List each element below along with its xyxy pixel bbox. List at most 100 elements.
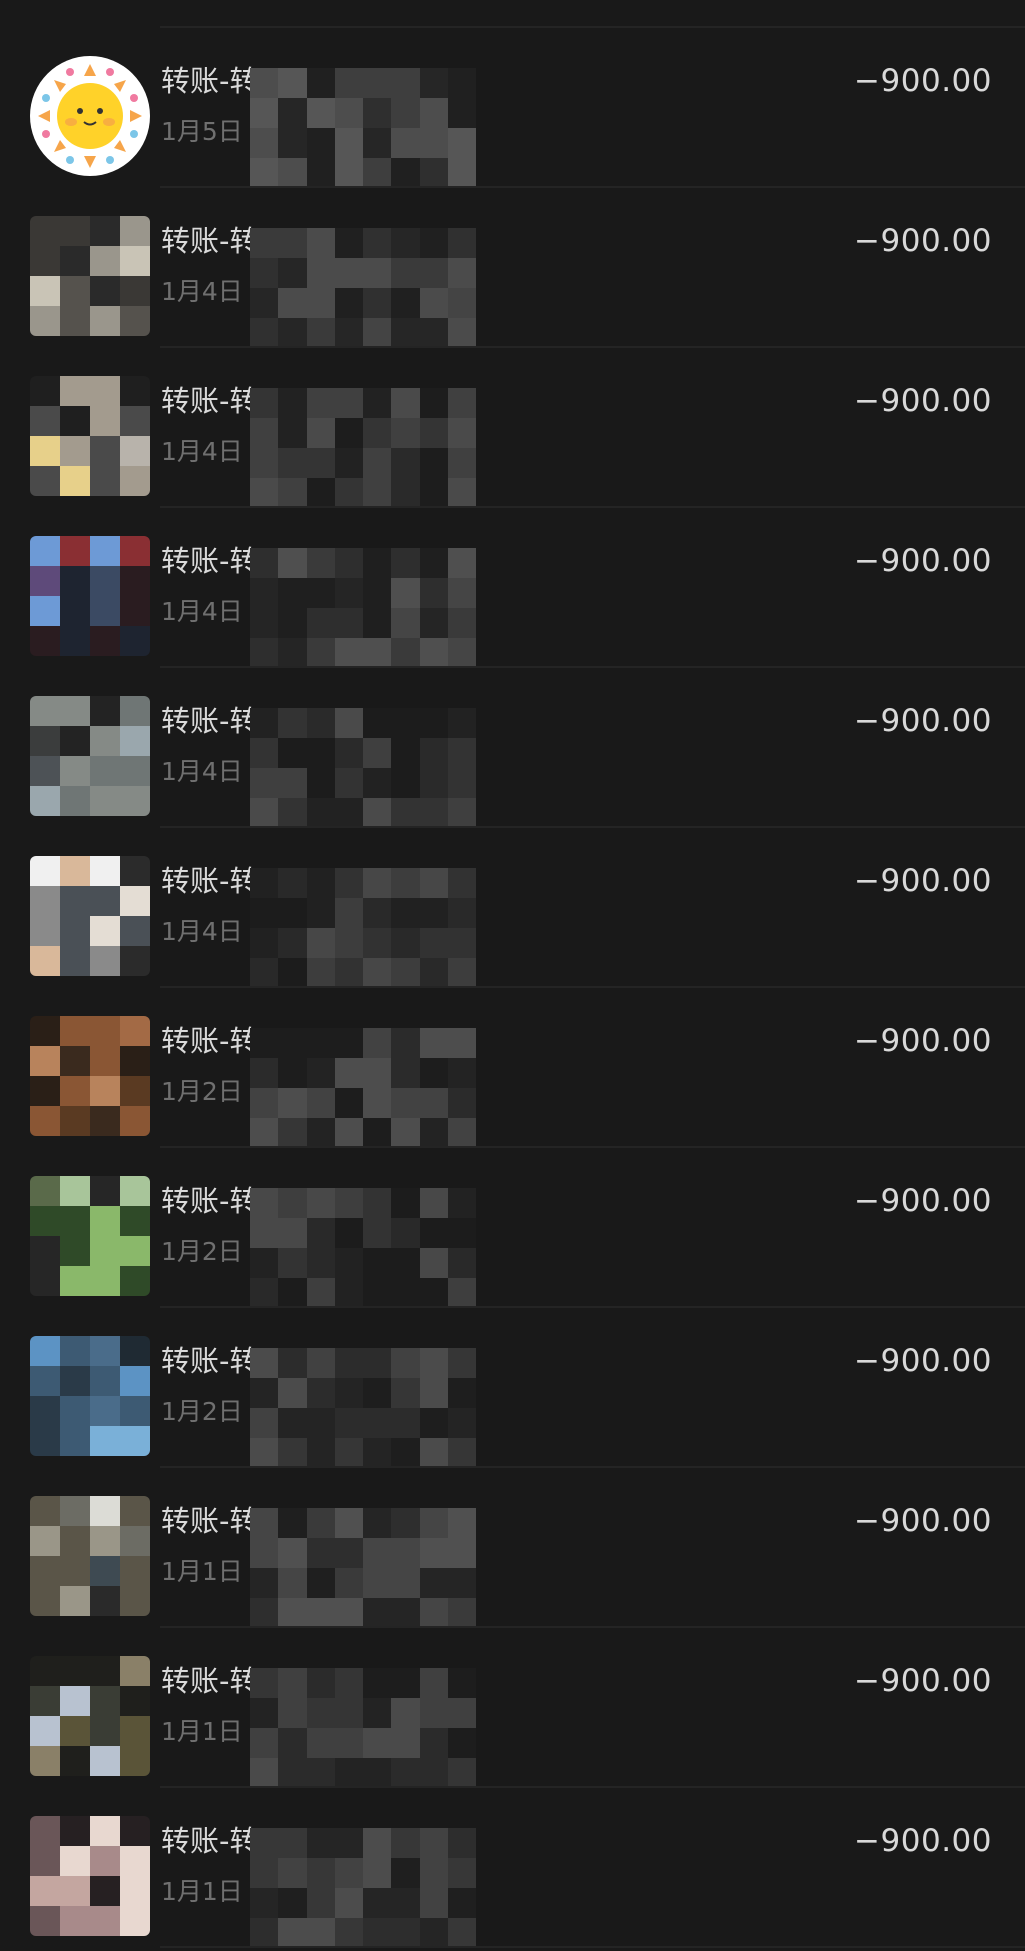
transaction-date: 1月1日 — [161, 1557, 243, 1586]
transaction-amount: −900.00 — [854, 863, 992, 899]
pixel-cell — [447, 1408, 476, 1438]
pixel-cell — [278, 1888, 307, 1918]
pixel-cell — [60, 1906, 90, 1936]
pixel-cell — [250, 1918, 279, 1948]
pixel-cell — [419, 1508, 448, 1538]
transaction-title: 转账-转 — [161, 384, 259, 418]
pixel-cell — [60, 1176, 90, 1206]
pixel-cell — [30, 466, 60, 496]
pixel-cell — [419, 1248, 448, 1278]
transaction-row[interactable]: 转账-转 1月1日 23:27 −900.00 — [0, 1788, 1025, 1948]
pixel-cell — [120, 1076, 150, 1106]
transaction-date: 1月4日 — [161, 437, 243, 466]
pixel-cell — [363, 1088, 392, 1118]
pixel-cell — [250, 928, 279, 958]
transaction-row[interactable]: 转账-转 1月1日 −900.00 — [0, 1628, 1025, 1788]
transaction-row[interactable]: 转账-转 1月1日 −900.00 — [0, 1468, 1025, 1628]
pixel-cell — [447, 1348, 476, 1378]
pixel-cell — [120, 276, 150, 306]
pixel-cell — [334, 1218, 363, 1248]
pixel-cell — [90, 276, 120, 306]
pixel-cell — [363, 1408, 392, 1438]
pixel-cell — [90, 696, 120, 726]
pixel-cell — [334, 288, 363, 318]
pixel-cell — [90, 756, 120, 786]
avatar — [30, 696, 150, 816]
pixel-cell — [447, 68, 476, 98]
pixel-cell — [30, 1426, 60, 1456]
transaction-amount: −900.00 — [854, 1823, 992, 1859]
pixel-cell — [30, 1236, 60, 1266]
pixel-cell — [278, 1828, 307, 1858]
pixel-cell — [60, 566, 90, 596]
redacted-name — [250, 868, 476, 988]
pixel-cell — [306, 418, 335, 448]
pixel-cell — [447, 548, 476, 578]
pixel-cell — [419, 1378, 448, 1408]
pixel-cell — [447, 1598, 476, 1628]
pixel-cell — [30, 1076, 60, 1106]
avatar — [30, 216, 150, 336]
pixel-cell — [447, 1858, 476, 1888]
pixel-cell — [419, 288, 448, 318]
transaction-date: 1月4日 — [161, 597, 243, 626]
pixel-cell — [334, 868, 363, 898]
pixel-cell — [447, 578, 476, 608]
pixel-cell — [419, 478, 448, 508]
pixel-cell — [278, 1118, 307, 1148]
pixel-cell — [391, 68, 420, 98]
pixel-cell — [363, 958, 392, 988]
transaction-row[interactable]: 转账-转 1月4日 −900.00 — [0, 188, 1025, 348]
pixel-cell — [60, 276, 90, 306]
pixel-cell — [120, 626, 150, 656]
pixel-cell — [278, 128, 307, 158]
pixel-cell — [278, 1598, 307, 1628]
pixel-cell — [363, 868, 392, 898]
pixel-cell — [334, 158, 363, 188]
transaction-date: 1月4日 — [161, 917, 243, 946]
pixel-cell — [334, 1758, 363, 1788]
pixel-cell — [90, 1366, 120, 1396]
pixel-cell — [30, 1686, 60, 1716]
transaction-row[interactable]: 转账-转 1月2日 −900.00 — [0, 988, 1025, 1148]
pixel-cell — [306, 258, 335, 288]
pixel-cell — [120, 436, 150, 466]
pixel-cell — [250, 128, 279, 158]
transaction-row[interactable]: 转账-转 1月5日 −900.00 — [0, 28, 1025, 188]
pixel-cell — [334, 578, 363, 608]
pixel-cell — [60, 1046, 90, 1076]
pixel-cell — [60, 946, 90, 976]
transaction-row[interactable]: 转账-转 1月2日 −900.00 — [0, 1308, 1025, 1468]
pixel-cell — [278, 1378, 307, 1408]
pixel-cell — [391, 1568, 420, 1598]
pixel-cell — [120, 1556, 150, 1586]
pixel-cell — [419, 228, 448, 258]
pixel-cell — [419, 1758, 448, 1788]
transaction-row[interactable]: 转账-转 1月4日 −900.00 — [0, 348, 1025, 508]
pixel-cell — [334, 1538, 363, 1568]
transaction-row[interactable]: 转账-转 1月4日 −900.00 — [0, 668, 1025, 828]
pixel-cell — [447, 1538, 476, 1568]
pixel-cell — [30, 436, 60, 466]
redacted-name — [250, 708, 476, 828]
pixel-cell — [306, 708, 335, 738]
transaction-row[interactable]: 转账-转 1月4日 −900.00 — [0, 828, 1025, 988]
pixel-cell — [250, 228, 279, 258]
pixel-cell — [306, 798, 335, 828]
transaction-list: 转账-转 1月5日 −900.00 转账-转 1月4日 −900.00 转账-转… — [0, 28, 1025, 1948]
pixel-cell — [120, 1106, 150, 1136]
pixel-cell — [419, 1828, 448, 1858]
pixel-cell — [419, 318, 448, 348]
pixel-cell — [30, 1176, 60, 1206]
transaction-date: 1月2日 — [161, 1237, 243, 1266]
pixel-cell — [363, 928, 392, 958]
pixel-cell — [391, 1248, 420, 1278]
pixel-cell — [30, 1746, 60, 1776]
transaction-row[interactable]: 转账-转 1月4日 −900.00 — [0, 508, 1025, 668]
pixel-cell — [419, 98, 448, 128]
pixel-cell — [447, 1118, 476, 1148]
pixel-cell — [60, 756, 90, 786]
transaction-row[interactable]: 转账-转 1月2日 −900.00 — [0, 1148, 1025, 1308]
pixel-cell — [306, 388, 335, 418]
pixel-cell — [447, 1088, 476, 1118]
